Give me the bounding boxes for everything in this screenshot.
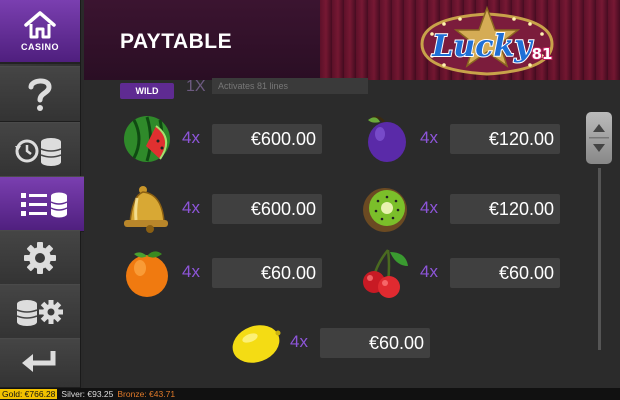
casino-home-button[interactable]: CASINO <box>0 0 80 64</box>
bell-icon <box>124 186 168 233</box>
cherries-icon <box>363 249 408 298</box>
scroll-buttons[interactable] <box>586 112 612 164</box>
payout-value: €600.00 <box>212 124 322 154</box>
sidebar-item-help[interactable] <box>0 66 80 122</box>
multiplier-label: 4x <box>182 198 200 217</box>
payout-value: €120.00 <box>450 194 560 224</box>
history-coins-icon <box>15 138 62 166</box>
payout-value: €60.00 <box>212 258 322 288</box>
multiplier-label: 4x <box>420 128 438 147</box>
paytable-item-orange: 4x €60.00 <box>120 248 350 298</box>
wild-description: Activates 81 lines <box>212 78 368 94</box>
plum-icon <box>368 116 406 162</box>
paytable-list-icon <box>21 192 68 218</box>
payout-value: €600.00 <box>212 194 322 224</box>
sidebar-item-bet-settings[interactable] <box>0 284 80 340</box>
wild-multiplier: 1X <box>186 78 206 95</box>
sidebar: CASINO <box>0 0 96 388</box>
logo-number: 81 <box>532 45 553 63</box>
sidebar-item-settings[interactable] <box>0 230 80 286</box>
paytable-item-plum: 4x €120.00 <box>358 114 588 164</box>
multiplier-label: 4x <box>182 262 200 281</box>
gold-jackpot: Gold: €766.28 <box>0 389 58 399</box>
page-title: PAYTABLE <box>120 30 233 53</box>
wild-row: WILD 1X Activates 81 lines <box>120 78 580 102</box>
question-icon <box>28 78 52 111</box>
coins-gear-icon <box>16 300 63 326</box>
payout-value: €120.00 <box>450 124 560 154</box>
multiplier-label: 4x <box>420 262 438 281</box>
scrollbar-track[interactable] <box>598 168 601 350</box>
lucky-81-logo: Lucky 81 <box>420 5 554 76</box>
paytable-item-lemon: 4x €60.00 <box>228 318 458 368</box>
sidebar-item-back[interactable] <box>0 338 80 388</box>
wild-badge: WILD <box>120 83 174 99</box>
logo-word: Lucky <box>431 29 534 64</box>
gear-icon <box>24 242 56 274</box>
multiplier-label: 4x <box>420 198 438 217</box>
silver-jackpot: Silver: €93.25 <box>61 389 114 399</box>
header-bar: PAYTABLE Lucky 81 <box>84 0 620 80</box>
paytable-item-watermelon: 4x €600.00 <box>120 114 350 164</box>
sidebar-item-history[interactable] <box>0 122 80 178</box>
jackpot-bar: Gold: €766.28 Silver: €93.25 Bronze: €43.7… <box>0 388 620 400</box>
lemon-icon <box>232 325 281 363</box>
casino-label: CASINO <box>20 42 59 52</box>
orange-icon <box>126 251 168 297</box>
paytable-item-cherries: 4x €60.00 <box>358 248 588 298</box>
kiwi-icon <box>363 188 407 232</box>
paytable-item-kiwi: 4x €120.00 <box>358 184 588 234</box>
back-arrow-icon <box>22 351 56 372</box>
paytable-item-bell: 4x €600.00 <box>120 184 350 234</box>
paytable-panel: WILD 1X Activates 81 lines 4x €600.00 4x… <box>84 78 620 388</box>
sidebar-item-paytable[interactable] <box>0 176 96 232</box>
home-icon <box>24 11 56 39</box>
multiplier-label: 4x <box>290 332 308 351</box>
scroll-arrows-icon <box>589 124 609 152</box>
payout-value: €60.00 <box>450 258 560 288</box>
bronze-jackpot: Bronze: €43.71 <box>117 389 176 399</box>
watermelon-icon <box>124 116 170 162</box>
payout-value: €60.00 <box>320 328 430 358</box>
multiplier-label: 4x <box>182 128 200 147</box>
